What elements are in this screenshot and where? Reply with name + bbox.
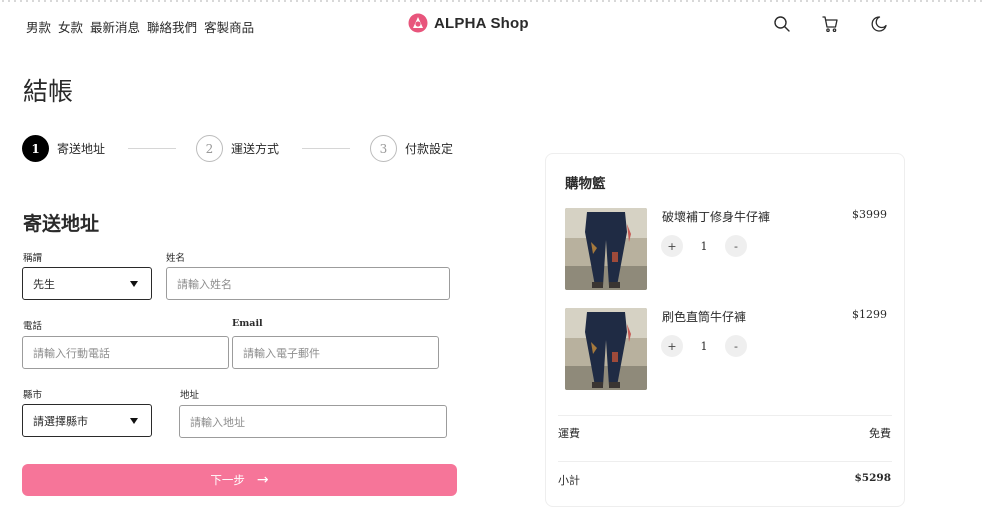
shipping-value: 免費 xyxy=(869,427,891,440)
next-step-button[interactable]: 下一步 → xyxy=(22,464,457,496)
step-3-circle: 3 xyxy=(370,135,397,162)
nav-item-custom[interactable]: 客製商品 xyxy=(204,17,254,36)
nav-item-women[interactable]: 女款 xyxy=(58,17,83,36)
phone-placeholder: 請輸入行動電話 xyxy=(33,346,110,360)
salutation-select[interactable]: 先生 xyxy=(22,267,152,300)
arrow-right-icon: → xyxy=(256,472,269,488)
next-step-label: 下一步 xyxy=(210,473,245,487)
cart-item: 刷色直筒牛仔褲 $1299 + 1 - xyxy=(565,308,887,390)
step-1-circle: 1 xyxy=(22,135,49,162)
name-label: 姓名 xyxy=(166,253,186,264)
logo-icon xyxy=(408,13,428,33)
logo-text: ALPHA Shop xyxy=(434,14,529,32)
search-icon[interactable] xyxy=(773,15,791,33)
cart-item: 破壞補丁修身牛仔褲 $3999 + 1 - xyxy=(565,208,887,290)
caret-down-icon xyxy=(130,418,138,424)
email-input[interactable]: 請輸入電子郵件 xyxy=(232,336,439,369)
decrease-quantity-button[interactable]: - xyxy=(725,335,747,357)
step-2-circle: 2 xyxy=(196,135,223,162)
page-title: 結帳 xyxy=(23,77,74,106)
top-border xyxy=(0,0,982,2)
address-placeholder: 請輸入地址 xyxy=(190,415,245,429)
city-value: 請選擇縣市 xyxy=(33,414,88,428)
checkout-stepper: 1 寄送地址 2 運送方式 3 付款設定 xyxy=(22,135,462,162)
step-shipping-address: 1 寄送地址 xyxy=(22,135,105,162)
product-image xyxy=(565,208,647,290)
cart-item-price: $1299 xyxy=(852,308,887,321)
step-2-label: 運送方式 xyxy=(231,142,280,156)
step-payment: 3 付款設定 xyxy=(370,135,453,162)
step-3-label: 付款設定 xyxy=(405,142,454,156)
form-title: 寄送地址 xyxy=(23,213,100,235)
divider xyxy=(558,461,892,462)
city-label: 縣市 xyxy=(23,390,43,401)
step-delivery-method: 2 運送方式 xyxy=(196,135,279,162)
nav-item-men[interactable]: 男款 xyxy=(26,17,51,36)
step-connector xyxy=(302,148,350,149)
main-nav: 男款 女款 最新消息 聯絡我們 客製商品 xyxy=(26,17,254,36)
caret-down-icon xyxy=(130,281,138,287)
city-select[interactable]: 請選擇縣市 xyxy=(22,404,152,437)
email-label: Email xyxy=(232,318,263,329)
quantity-value: 1 xyxy=(700,339,708,353)
subtotal-value: $5298 xyxy=(854,472,891,484)
increase-quantity-button[interactable]: + xyxy=(661,335,683,357)
moon-icon[interactable] xyxy=(870,15,888,33)
address-input[interactable]: 請輸入地址 xyxy=(179,405,447,438)
cart-item-name: 刷色直筒牛仔褲 xyxy=(662,310,747,324)
brand-logo[interactable]: ALPHA Shop xyxy=(408,13,529,33)
cart-item-name: 破壞補丁修身牛仔褲 xyxy=(662,210,771,224)
phone-label: 電話 xyxy=(23,321,43,332)
phone-input[interactable]: 請輸入行動電話 xyxy=(22,336,229,369)
name-placeholder: 請輸入姓名 xyxy=(177,277,232,291)
subtotal-label: 小計 xyxy=(558,474,580,487)
cart-item-price: $3999 xyxy=(852,208,887,221)
cart-title: 購物籃 xyxy=(565,176,606,192)
step-1-label: 寄送地址 xyxy=(57,142,106,156)
cart-icon[interactable] xyxy=(821,15,839,33)
cart-panel: 購物籃 破壞補丁修身牛仔褲 $3999 + 1 - 刷色直筒牛仔褲 $1299 … xyxy=(545,153,905,507)
salutation-label: 稱謂 xyxy=(23,253,43,264)
product-image xyxy=(565,308,647,390)
decrease-quantity-button[interactable]: - xyxy=(725,235,747,257)
increase-quantity-button[interactable]: + xyxy=(661,235,683,257)
address-label: 地址 xyxy=(180,390,200,401)
nav-item-contact[interactable]: 聯絡我們 xyxy=(147,17,197,36)
nav-item-news[interactable]: 最新消息 xyxy=(90,17,140,36)
quantity-value: 1 xyxy=(700,239,708,253)
salutation-value: 先生 xyxy=(33,277,55,291)
email-placeholder: 請輸入電子郵件 xyxy=(243,346,320,360)
divider xyxy=(558,415,892,416)
name-input[interactable]: 請輸入姓名 xyxy=(166,267,450,300)
step-connector xyxy=(128,148,176,149)
shipping-label: 運費 xyxy=(558,427,580,440)
